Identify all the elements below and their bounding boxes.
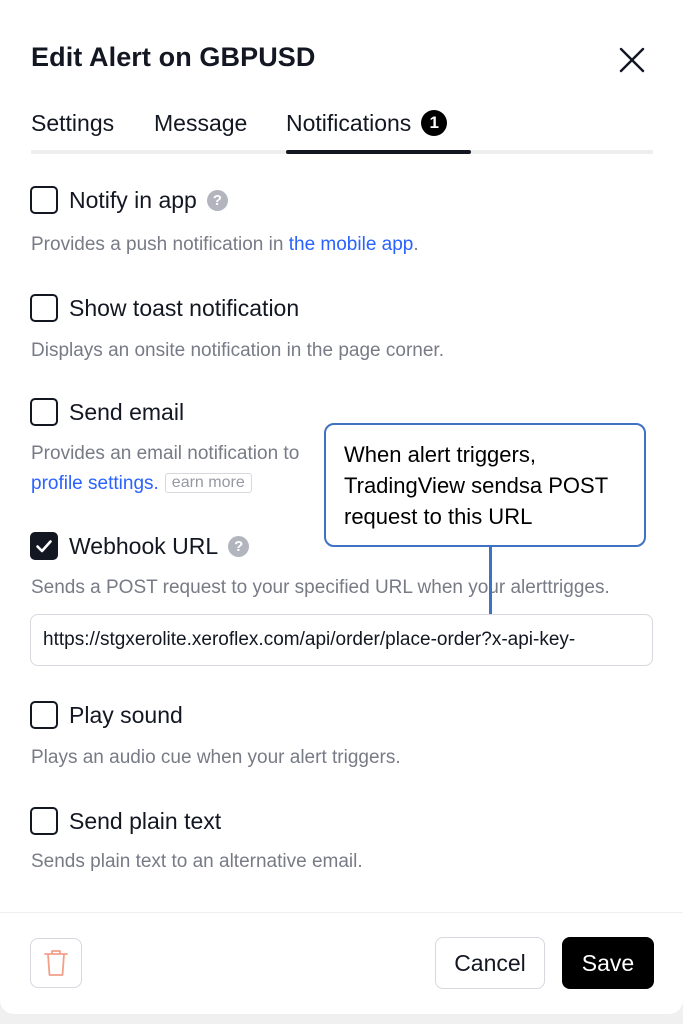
dialog-title: Edit Alert on GBPUSD [31,42,316,72]
tab-notifications-label: Notifications [286,110,412,136]
email-option[interactable]: Send email [30,398,184,426]
webhook-description: Sends a POST request to your specified U… [31,577,610,598]
learn-more-button[interactable]: earn more [164,473,252,493]
toast-checkbox[interactable] [30,294,58,322]
play-sound-description: Plays an audio cue when your alert trigg… [31,747,401,768]
tab-notifications[interactable]: Notifications 1 [286,109,448,138]
notify-in-app-desc-suffix: . [413,234,419,255]
profile-settings-link[interactable]: profile settings. [31,473,159,494]
edit-alert-dialog: Edit Alert on GBPUSD Settings Message No… [0,0,683,1014]
email-description-line2: profile settings. earn more [31,473,252,495]
webhook-label: Webhook URL [69,532,219,559]
play-sound-label: Play sound [69,701,183,728]
play-sound-checkbox[interactable] [30,701,58,729]
email-description: Provides an email notification to [31,443,300,464]
email-checkbox[interactable] [30,398,58,426]
question-circle-icon[interactable]: ? [228,535,250,557]
notify-in-app-checkbox[interactable] [30,186,58,214]
webhook-url-input[interactable]: https://stgxerolite.xeroflex.com/api/ord… [30,614,653,666]
plain-text-checkbox[interactable] [30,807,58,835]
save-button[interactable]: Save [562,937,654,989]
mobile-app-link[interactable]: the mobile app [289,234,414,255]
webhook-option[interactable]: Webhook URL ? [30,532,250,560]
question-circle-icon[interactable]: ? [206,189,228,211]
plain-text-option[interactable]: Send plain text [30,807,221,835]
annotation-callout: When alert triggers, TradingView sendsa … [324,423,646,547]
toast-label: Show toast notification [69,294,300,321]
notify-in-app-option[interactable]: Notify in app ? [30,186,228,214]
cancel-button[interactable]: Cancel [435,937,545,989]
delete-alert-button[interactable] [30,938,82,988]
notify-in-app-label: Notify in app [69,186,197,213]
notify-in-app-desc-text: Provides a push notification in [31,234,289,255]
toast-option[interactable]: Show toast notification [30,294,299,322]
tab-settings[interactable]: Settings [31,110,114,137]
close-icon[interactable] [616,44,648,76]
tab-bar: Settings Message Notifications 1 [31,104,653,154]
play-sound-option[interactable]: Play sound [30,701,183,729]
email-label: Send email [69,398,185,425]
footer-divider [0,912,683,913]
plain-text-label: Send plain text [69,807,222,834]
active-tab-indicator [286,150,471,154]
tab-message[interactable]: Message [154,110,247,137]
notification-count-badge: 1 [421,109,448,136]
toast-description: Displays an onsite notification in the p… [31,340,444,361]
notify-in-app-description: Provides a push notification in the mobi… [31,234,419,256]
plain-text-description: Sends plain text to an alternative email… [31,851,363,872]
webhook-checkbox[interactable] [30,532,58,560]
trash-icon [44,950,68,976]
callout-pointer-line [489,547,492,614]
checkmark-icon [36,540,52,553]
